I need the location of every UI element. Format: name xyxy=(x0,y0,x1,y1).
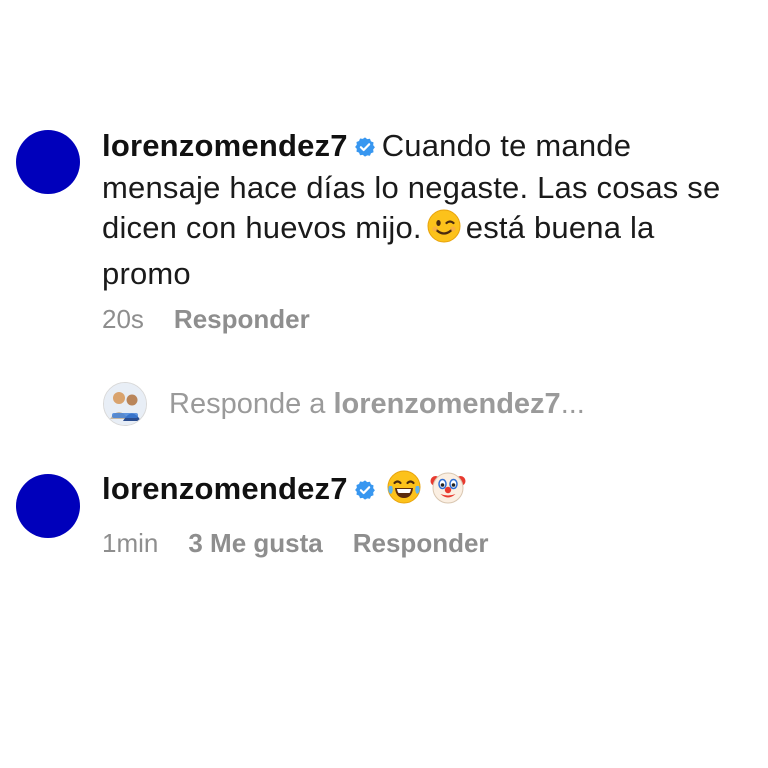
verified-badge-icon xyxy=(354,471,376,511)
avatar[interactable] xyxy=(16,130,80,194)
reply-username: lorenzomendez7 xyxy=(333,387,561,420)
comment-username[interactable]: lorenzomendez7 xyxy=(102,128,348,163)
comments-panel: lorenzomendez7 Cuando te mande mensaje ha… xyxy=(0,0,768,768)
avatar[interactable] xyxy=(16,474,80,538)
reply-button[interactable]: Responder xyxy=(353,528,489,558)
reply-button[interactable]: Responder xyxy=(174,304,310,334)
timestamp: 20s xyxy=(102,304,144,334)
timestamp: 1min xyxy=(102,528,159,558)
comment-meta: 1min 3 Me gusta Responder xyxy=(102,527,519,559)
reply-prefix: Responde a xyxy=(169,387,326,420)
comment-username[interactable]: lorenzomendez7 xyxy=(102,471,348,506)
winking-face-emoji xyxy=(426,208,462,254)
reply-placeholder[interactable]: Responde a lorenzomendez7... xyxy=(169,388,585,421)
likes-count-button[interactable]: 3 Me gusta xyxy=(188,528,322,558)
current-user-avatar xyxy=(103,382,147,426)
reply-input-row[interactable]: Responde a lorenzomendez7... xyxy=(103,382,585,426)
clown-face-emoji xyxy=(430,469,466,515)
comment-body: lorenzomendez7 Cuando te mande mensaje ha… xyxy=(102,126,742,294)
reply-ellipsis: ... xyxy=(560,387,585,420)
comment-body: lorenzomendez7 xyxy=(102,469,742,515)
tears-of-joy-emoji xyxy=(386,469,422,515)
comment-meta: 20s Responder xyxy=(102,303,340,335)
verified-badge-icon xyxy=(354,128,376,168)
